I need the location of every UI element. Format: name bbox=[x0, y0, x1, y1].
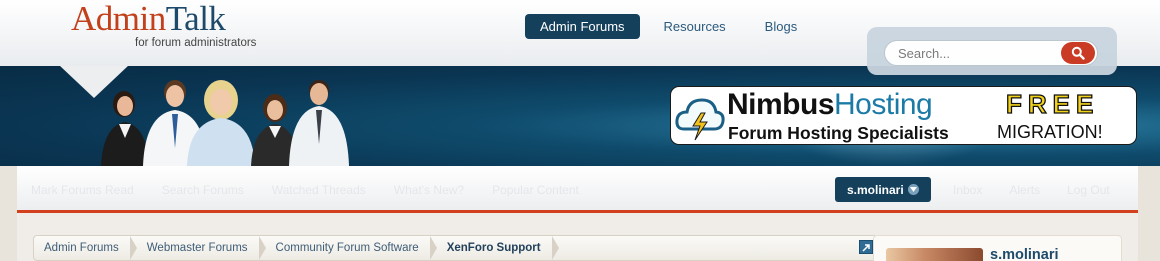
breadcrumb-webmaster-forums[interactable]: Webmaster Forums bbox=[137, 236, 266, 260]
team-people-image bbox=[101, 80, 349, 166]
search-button[interactable] bbox=[1061, 42, 1095, 64]
tab-resources[interactable]: Resources bbox=[649, 14, 741, 39]
search-box bbox=[884, 40, 1098, 66]
nav-whats-new[interactable]: What's New? bbox=[394, 183, 464, 197]
navbar-links: Mark Forums Read Search Forums Watched T… bbox=[31, 183, 607, 197]
logo-tagline: for forum administrators bbox=[135, 37, 257, 49]
sidebar-username[interactable]: s.molinari bbox=[990, 247, 1059, 261]
nav-popular-content[interactable]: Popular Content bbox=[492, 183, 579, 197]
chevron-down-icon bbox=[907, 184, 919, 195]
ad-brand: NimbusHosting bbox=[727, 88, 933, 121]
ad-free: FREE bbox=[1005, 88, 1100, 119]
nimbus-hosting-ad[interactable]: NimbusHosting Forum Hosting Specialists … bbox=[670, 86, 1137, 145]
top-navigation: Admin Forums Resources Blogs bbox=[525, 14, 821, 39]
avatar[interactable] bbox=[886, 248, 983, 261]
jump-to-icon[interactable] bbox=[859, 240, 873, 254]
site-logo[interactable]: AdminTalk for forum administrators bbox=[71, 0, 271, 49]
visitor-panel: s.molinari bbox=[873, 235, 1122, 261]
cloud-lightning-icon bbox=[675, 98, 725, 141]
search-container bbox=[867, 27, 1117, 75]
nav-mark-forums-read[interactable]: Mark Forums Read bbox=[31, 183, 134, 197]
breadcrumb-community-forum-software[interactable]: Community Forum Software bbox=[266, 236, 437, 260]
nav-inbox[interactable]: Inbox bbox=[953, 183, 982, 197]
nav-log-out[interactable]: Log Out bbox=[1067, 183, 1110, 197]
search-input[interactable] bbox=[898, 41, 1068, 65]
navbar-right-links: Inbox Alerts Log Out bbox=[953, 183, 1137, 197]
nav-search-forums[interactable]: Search Forums bbox=[162, 183, 244, 197]
breadcrumb: Admin Forums Webmaster Forums Community … bbox=[33, 235, 878, 261]
logo-text: AdminTalk bbox=[71, 0, 226, 38]
ad-subtitle: Forum Hosting Specialists bbox=[728, 123, 949, 143]
ad-migration: MIGRATION! bbox=[997, 122, 1103, 142]
page-content: Admin Forums Webmaster Forums Community … bbox=[17, 213, 1138, 261]
user-navbar: Mark Forums Read Search Forums Watched T… bbox=[17, 166, 1138, 213]
user-menu-button[interactable]: s.molinari bbox=[835, 177, 931, 202]
breadcrumb-admin-forums[interactable]: Admin Forums bbox=[34, 236, 137, 260]
nav-alerts[interactable]: Alerts bbox=[1009, 183, 1040, 197]
breadcrumb-xenforo-support[interactable]: XenForo Support bbox=[437, 236, 559, 260]
tab-blogs[interactable]: Blogs bbox=[750, 14, 813, 39]
user-menu-label: s.molinari bbox=[847, 182, 904, 197]
search-icon bbox=[1071, 46, 1085, 60]
nav-watched-threads[interactable]: Watched Threads bbox=[272, 183, 366, 197]
tab-admin-forums[interactable]: Admin Forums bbox=[525, 14, 640, 39]
header-banner: NimbusHosting Forum Hosting Specialists … bbox=[0, 66, 1160, 166]
